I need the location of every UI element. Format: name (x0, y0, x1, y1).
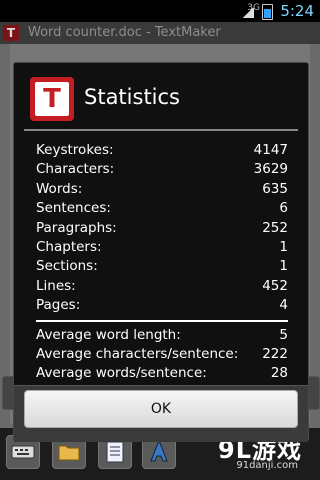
stat-value: 1 (279, 238, 288, 255)
stats-divider (36, 319, 288, 322)
stat-row-sentences: Sentences: 6 (36, 199, 288, 218)
stat-label: Chapters: (36, 238, 102, 255)
textmaker-icon: T (30, 77, 74, 121)
statistics-dialog: T Statistics Keystrokes: 4147 Characters… (13, 62, 309, 442)
stat-value: 252 (262, 219, 288, 236)
stat-value: 28 (270, 365, 288, 382)
clock: 5:24 (280, 2, 314, 20)
stat-row-chapters: Chapters: 1 (36, 238, 288, 257)
window-title: Word counter.doc - TextMaker (28, 25, 221, 40)
stats-list: Keystrokes: 4147 Characters: 3629 Words:… (36, 141, 288, 384)
stat-label: Lines: (36, 277, 76, 294)
dialog-title: Statistics (84, 85, 180, 109)
stat-value: 222 (262, 345, 288, 362)
stat-value: 4 (279, 297, 288, 314)
keyboard-icon (11, 445, 35, 459)
stat-value: 635 (262, 180, 288, 197)
ok-button[interactable]: OK (24, 390, 298, 428)
stat-row-sections: Sections: 1 (36, 257, 288, 276)
stat-row-avg-words-sentence: Average words/sentence: 28 (36, 364, 288, 383)
stat-label: Sections: (36, 258, 98, 275)
stat-row-characters: Characters: 3629 (36, 160, 288, 179)
stat-label: Average word length: (36, 326, 181, 343)
stat-label: Paragraphs: (36, 219, 117, 236)
folder-icon (58, 445, 80, 461)
stat-value: 5 (279, 326, 288, 343)
stat-row-avg-word-length: Average word length: 5 (36, 326, 288, 345)
stat-row-avg-chars-sentence: Average characters/sentence: 222 (36, 345, 288, 364)
stat-label: Sentences: (36, 200, 111, 217)
stat-row-words: Words: 635 (36, 180, 288, 199)
text-format-icon (150, 442, 168, 462)
battery-icon (262, 4, 273, 20)
stat-label: Pages: (36, 297, 81, 314)
stat-value: 4147 (253, 142, 288, 158)
stat-value: 6 (279, 200, 288, 217)
stat-row-lines: Lines: 452 (36, 277, 288, 296)
stat-label: Characters: (36, 161, 115, 178)
stat-value: 452 (262, 277, 288, 294)
stat-label: Words: (36, 180, 83, 197)
stat-row-keystrokes: Keystrokes: 4147 (36, 141, 288, 160)
stat-label: Average characters/sentence: (36, 345, 239, 362)
stat-row-paragraphs: Paragraphs: 252 (36, 219, 288, 238)
dialog-button-bar: OK (14, 385, 308, 442)
document-icon (106, 441, 124, 463)
stat-label: Keystrokes: (36, 142, 114, 158)
stat-row-pages: Pages: 4 (36, 296, 288, 315)
signal-icon (242, 8, 254, 18)
status-bar: 3G 5:24 (0, 0, 320, 22)
stat-value: 3629 (253, 161, 288, 178)
stat-value: 1 (279, 258, 288, 275)
watermark-url: 91danji.com (236, 460, 298, 471)
app-logo: T (3, 25, 19, 41)
stat-label: Average words/sentence: (36, 365, 207, 382)
app-title-bar: T Word counter.doc - TextMaker (0, 22, 320, 44)
title-divider (24, 129, 298, 131)
